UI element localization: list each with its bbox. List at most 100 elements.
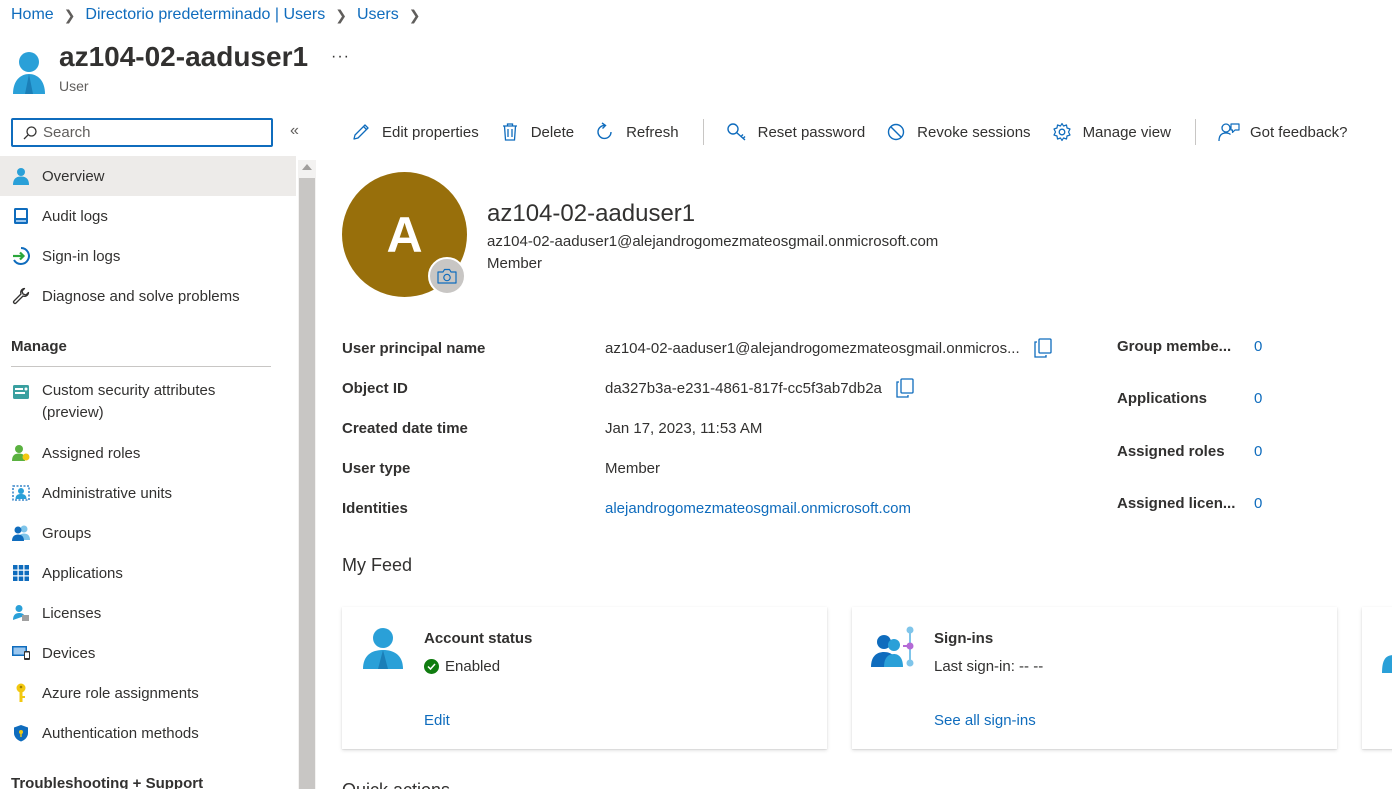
stat-group-memberships: Group membe... 0 (1117, 320, 1377, 373)
refresh-label: Refresh (626, 123, 679, 141)
troubleshooting-heading: Troubleshooting + Support (11, 774, 204, 789)
sign-ins-card: Sign-ins Last sign-in: -- -- See all sig… (852, 607, 1337, 749)
scrollbar-thumb[interactable] (299, 178, 315, 789)
sidebar-item-authentication-methods[interactable]: Authentication methods (0, 713, 296, 753)
sidebar-item-groups[interactable]: Groups (0, 513, 296, 553)
feed-card-partial (1362, 607, 1392, 749)
reset-password-button[interactable]: Reset password (726, 121, 866, 143)
sidebar-item-diagnose[interactable]: Diagnose and solve problems (0, 276, 296, 316)
toolbar-separator (1194, 119, 1196, 145)
profile-name: az104-02-aaduser1 (487, 200, 696, 227)
card-title: Account status (424, 630, 533, 647)
got-feedback-button[interactable]: Got feedback? (1218, 121, 1348, 143)
chevron-right-icon: ❯ (63, 6, 76, 23)
sidebar-item-sign-in-logs[interactable]: Sign-in logs (0, 236, 296, 276)
stat-value-link[interactable]: 0 (1254, 338, 1262, 355)
breadcrumb-users[interactable]: Users (357, 6, 399, 24)
sidebar-item-label: Diagnose and solve problems (42, 287, 240, 305)
copy-icon[interactable] (1033, 338, 1052, 358)
feed-title: My Feed (342, 555, 413, 575)
property-row-identities: Identities alejandrogomezmateosgmail.onm… (342, 488, 1092, 528)
property-row-user-type: User type Member (342, 448, 1092, 488)
page-title: az104-02-aaduser1 (59, 41, 309, 72)
page-subtitle: User (59, 78, 89, 94)
sidebar-item-custom-security-attributes[interactable]: Custom security attributes (preview) (0, 371, 296, 433)
user-icon (1382, 655, 1392, 673)
groups-icon (11, 523, 31, 543)
stat-assigned-licenses: Assigned licen... 0 (1117, 478, 1377, 531)
manage-view-button[interactable]: Manage view (1051, 121, 1171, 143)
sidebar-item-label: Custom security attributes (42, 382, 216, 399)
sidebar-item-label: Groups (42, 524, 92, 542)
block-icon (885, 121, 907, 143)
chevron-right-icon: ❯ (335, 6, 347, 23)
pencil-icon (350, 121, 372, 143)
stats-panel: Group membe... 0 Applications 0 Assigned… (1117, 320, 1377, 530)
search-box[interactable] (11, 118, 273, 147)
stat-value-link[interactable]: 0 (1254, 495, 1262, 512)
stat-applications: Applications 0 (1117, 373, 1377, 426)
sidebar-item-assigned-roles[interactable]: Assigned roles (0, 433, 296, 473)
feedback-icon (1218, 121, 1240, 143)
property-label: User type (342, 459, 411, 477)
profile-upn: az104-02-aaduser1@alejandrogomezmateosgm… (487, 233, 939, 250)
check-circle-icon (424, 659, 439, 674)
stat-label: Applications (1117, 390, 1208, 408)
sidebar-item-label-suffix: (preview) (42, 404, 104, 421)
scroll-up-icon[interactable] (302, 164, 312, 170)
stat-assigned-roles: Assigned roles 0 (1117, 425, 1377, 478)
sidebar-item-devices[interactable]: Devices (0, 633, 296, 673)
last-sign-in-value: Last sign-in: -- -- (934, 658, 1044, 675)
breadcrumb: Home ❯ Directorio predeterminado | Users… (11, 6, 430, 24)
user-icon (11, 166, 31, 186)
revoke-sessions-button[interactable]: Revoke sessions (885, 121, 1031, 143)
sidebar-item-audit-logs[interactable]: Audit logs (0, 196, 296, 236)
reset-password-label: Reset password (757, 123, 866, 141)
user-icon (13, 52, 45, 94)
sidebar-item-azure-role-assignments[interactable]: Azure role assignments (0, 673, 296, 713)
sidebar-item-overview[interactable]: Overview (0, 156, 296, 196)
identities-link[interactable]: alejandrogomezmateosgmail.onmicrosoft.co… (605, 500, 911, 517)
see-all-sign-ins-link[interactable]: See all sign-ins (934, 712, 1036, 729)
edit-properties-button[interactable]: Edit properties (350, 121, 479, 143)
property-row-upn: User principal name az104-02-aaduser1@al… (342, 328, 1092, 368)
copy-icon[interactable] (896, 378, 914, 398)
wrench-icon (11, 286, 31, 306)
sidebar: « Overview Audit logs Sign-in logs Diagn… (0, 112, 316, 789)
manage-heading: Manage (11, 337, 67, 355)
sidebar-item-label: Overview (42, 167, 105, 185)
edit-link[interactable]: Edit (424, 712, 450, 729)
stat-value-link[interactable]: 0 (1254, 443, 1262, 460)
property-label: Identities (342, 499, 408, 517)
property-value: Jan 17, 2023, 11:53 AM (605, 419, 763, 437)
stat-value-link[interactable]: 0 (1254, 390, 1262, 407)
applications-icon (11, 563, 31, 583)
stat-label: Group membe... (1117, 337, 1232, 355)
toolbar-separator (702, 119, 704, 145)
manage-view-label: Manage view (1082, 123, 1171, 141)
breadcrumb-home[interactable]: Home (11, 6, 54, 24)
sidebar-item-label: Authentication methods (42, 724, 199, 742)
sidebar-item-applications[interactable]: Applications (0, 553, 296, 593)
change-photo-button[interactable] (428, 257, 466, 295)
sign-in-icon (11, 246, 31, 266)
sidebar-scrollbar[interactable] (298, 160, 316, 789)
sidebar-nav: Overview Audit logs Sign-in logs Diagnos… (0, 156, 296, 789)
stat-label: Assigned roles (1117, 442, 1225, 460)
delete-label: Delete (530, 123, 575, 141)
property-value: az104-02-aaduser1@alejandrogomezmateosgm… (605, 339, 1020, 357)
sidebar-item-licenses[interactable]: Licenses (0, 593, 296, 633)
property-row-created: Created date time Jan 17, 2023, 11:53 AM (342, 408, 1092, 448)
refresh-button[interactable]: Refresh (594, 121, 679, 143)
profile-user-type: Member (487, 255, 543, 272)
card-title: Sign-ins (934, 630, 994, 647)
collapse-sidebar-button[interactable]: « (290, 122, 299, 140)
sidebar-item-label: Administrative units (42, 484, 173, 502)
search-input[interactable] (43, 124, 243, 141)
edit-properties-label: Edit properties (382, 123, 479, 141)
property-label: Object ID (342, 379, 408, 397)
breadcrumb-directory-users[interactable]: Directorio predeterminado | Users (85, 6, 325, 24)
delete-button[interactable]: Delete (499, 121, 574, 143)
more-options-button[interactable]: ··· (331, 48, 350, 66)
sidebar-item-administrative-units[interactable]: Administrative units (0, 473, 296, 513)
